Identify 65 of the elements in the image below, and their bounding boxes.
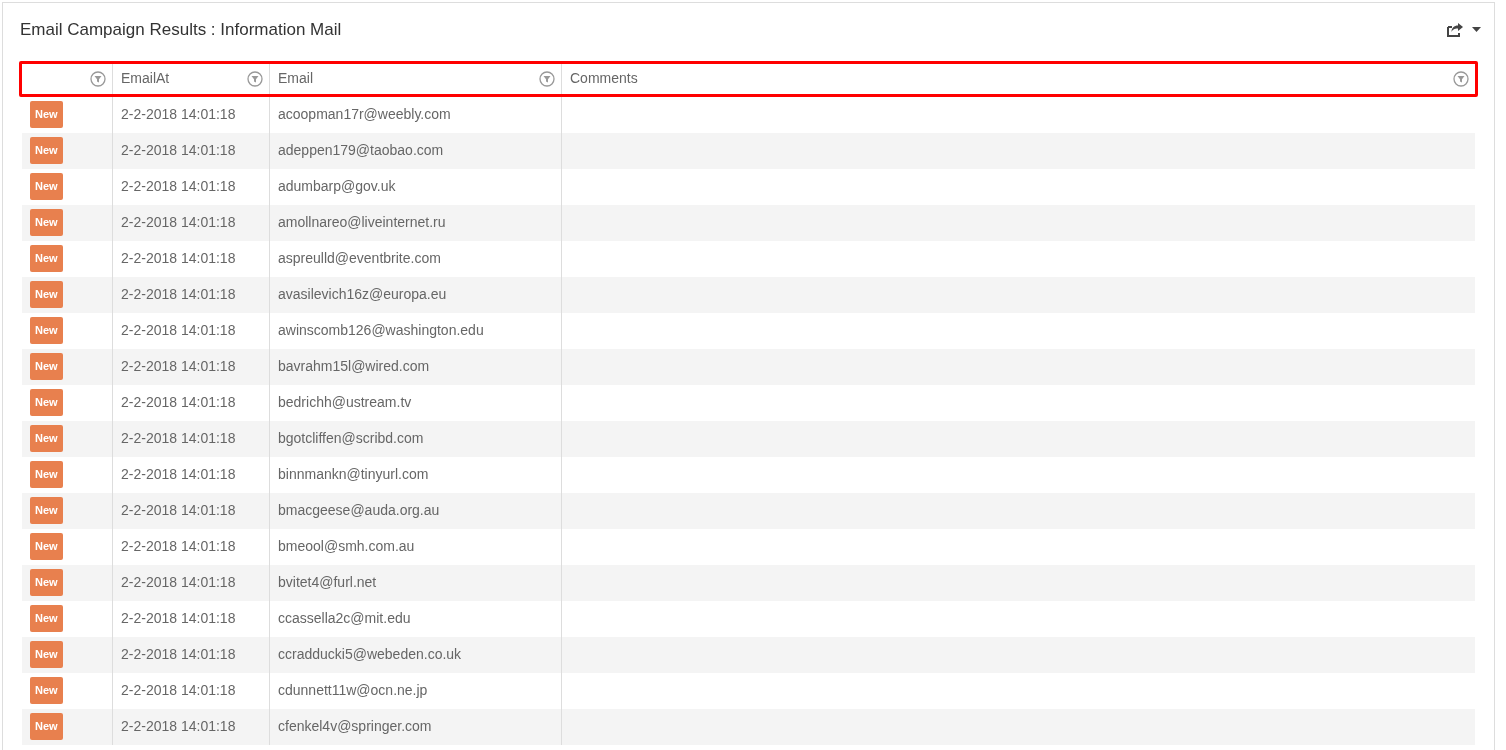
table-cell-text: cdunnett11w@ocn.ne.jp [278,681,428,700]
table-cell-text: bavrahm15l@wired.com [278,357,430,376]
share-icon [1446,21,1464,38]
status-badge: New [30,569,63,596]
table-cell-text: 2-2-2018 14:01:18 [121,681,236,700]
table-cell-text: adumbarp@gov.uk [278,177,396,196]
table-cell-text: 2-2-2018 14:01:18 [121,393,236,412]
table-cell-text: 2-2-2018 14:01:18 [121,537,236,556]
status-badge: New [30,533,63,560]
table-cell-text: 2-2-2018 14:01:18 [121,465,236,484]
table-cell-text: avasilevich16z@europa.eu [278,285,447,304]
table-cell-text: 2-2-2018 14:01:18 [121,177,236,196]
status-badge: New [30,137,63,164]
table-cell-text: bvitet4@furl.net [278,573,377,592]
table-cell-text: ccassella2c@mit.edu [278,609,411,628]
caret-icon [1472,27,1481,33]
status-badge: New [30,461,63,488]
table-cell-text: adeppen179@taobao.com [278,141,444,160]
table-cell-text: 2-2-2018 14:01:18 [121,501,236,520]
status-badge: New [30,281,63,308]
table-cell-text: bmacgeese@auda.org.au [278,501,440,520]
table-cell-text: bgotcliffen@scribd.com [278,429,424,448]
table-cell-text: 2-2-2018 14:01:18 [121,285,236,304]
table-cell-text: bedrichh@ustream.tv [278,393,412,412]
status-badge: New [30,209,63,236]
table-cell-text: bmeool@smh.com.au [278,537,415,556]
table-cell-text: binnmankn@tinyurl.com [278,465,429,484]
table-cell-text: 2-2-2018 14:01:18 [121,213,236,232]
column-header[interactable]: Comments [570,68,638,89]
status-badge: New [30,245,63,272]
table-cell-text: 2-2-2018 14:01:18 [121,249,236,268]
column-header[interactable]: Email [278,68,313,89]
filter-icon[interactable] [90,70,106,87]
column-header[interactable]: EmailAt [121,68,170,89]
table-cell-text: 2-2-2018 14:01:18 [121,717,236,736]
table-cell-text: aspreulld@eventbrite.com [278,249,441,268]
table-cell-text: 2-2-2018 14:01:18 [121,573,236,592]
status-badge: New [30,389,63,416]
filter-icon[interactable] [539,70,555,87]
filter-icon[interactable] [247,70,263,87]
table-cell-text: 2-2-2018 14:01:18 [121,321,236,340]
table-cell-text: acoopman17r@weebly.com [278,105,451,124]
table-cell-text: ccradducki5@webeden.co.uk [278,645,462,664]
status-badge: New [30,425,63,452]
status-badge: New [30,353,63,380]
status-badge: New [30,713,63,740]
table-cell-text: 2-2-2018 14:01:18 [121,645,236,664]
status-badge: New [30,605,63,632]
status-badge: New [30,173,63,200]
panel-title: Email Campaign Results : Information Mail [20,19,342,41]
table-cell-text: 2-2-2018 14:01:18 [121,105,236,124]
status-badge: New [30,101,63,128]
export-button[interactable] [1446,21,1481,38]
status-badge: New [30,317,63,344]
status-badge: New [30,677,63,704]
status-badge: New [30,641,63,668]
table-cell-text: 2-2-2018 14:01:18 [121,609,236,628]
status-badge: New [30,497,63,524]
table-cell-text: cfenkel4v@springer.com [278,717,432,736]
table-cell-text: 2-2-2018 14:01:18 [121,141,236,160]
table-cell-text: amollnareo@liveinternet.ru [278,213,446,232]
filter-icon[interactable] [1453,70,1469,87]
table-cell-text: 2-2-2018 14:01:18 [121,357,236,376]
table-cell-text: awinscomb126@washington.edu [278,321,484,340]
table-cell-text: 2-2-2018 14:01:18 [121,429,236,448]
